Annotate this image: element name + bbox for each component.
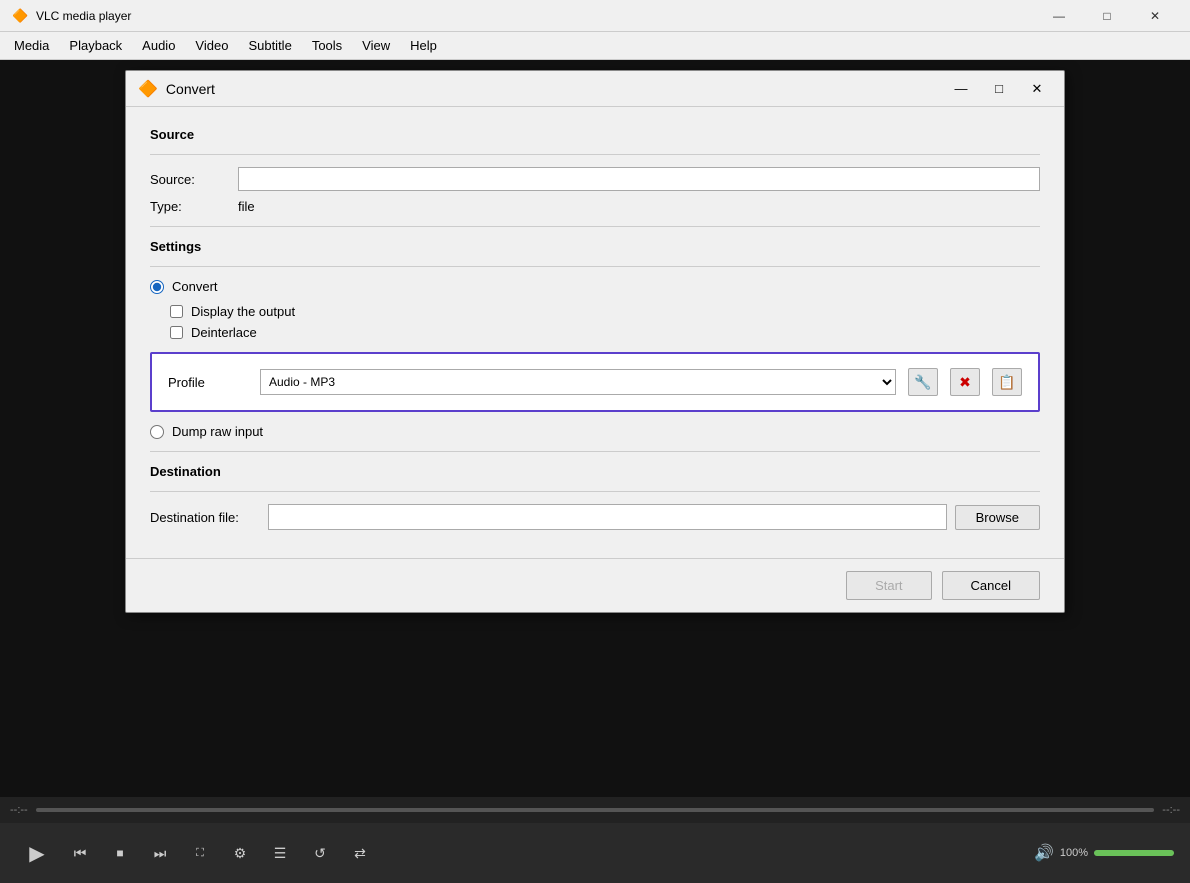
deinterlace-checkbox[interactable] (170, 326, 183, 339)
source-input[interactable] (238, 167, 1040, 191)
start-button[interactable]: Start (846, 571, 931, 600)
maximize-button[interactable]: □ (1084, 0, 1130, 32)
volume-label: 100% (1060, 847, 1088, 859)
source-section-header: Source (150, 127, 1040, 142)
cancel-button[interactable]: Cancel (942, 571, 1040, 600)
fullscreen-button[interactable]: ⛶ (182, 835, 218, 871)
playlist-button[interactable]: ☰ (262, 835, 298, 871)
menu-help[interactable]: Help (400, 34, 447, 57)
convert-radio[interactable] (150, 280, 164, 294)
type-row: Type: file (150, 199, 1040, 214)
profile-label: Profile (168, 375, 248, 390)
app-title: VLC media player (36, 9, 1028, 23)
profile-box: Profile Audio - MP3 Audio - FLAC Audio -… (150, 352, 1040, 412)
deinterlace-row: Deinterlace (170, 325, 1040, 340)
dest-file-label: Destination file: (150, 510, 260, 525)
display-output-checkbox[interactable] (170, 305, 183, 318)
dump-raw-label: Dump raw input (172, 424, 263, 439)
dest-file-input[interactable] (268, 504, 947, 530)
dialog-overlay: 🔶 Convert — □ ✕ Source Source: Type: fil… (0, 60, 1190, 797)
loop-button[interactable]: ↺ (302, 835, 338, 871)
menu-view[interactable]: View (352, 34, 400, 57)
stop-button[interactable]: ■ (102, 835, 138, 871)
volume-fill (1094, 850, 1174, 856)
profile-select[interactable]: Audio - MP3 Audio - FLAC Audio - CD Vide… (260, 369, 896, 395)
volume-area: 🔊 100% (1034, 843, 1174, 863)
convert-radio-row: Convert (150, 279, 1040, 294)
window-controls: — □ ✕ (1036, 0, 1178, 32)
play-button[interactable]: ▶ (16, 832, 58, 874)
extended-button[interactable]: ⚙ (222, 835, 258, 871)
dump-raw-radio[interactable] (150, 425, 164, 439)
menu-subtitle[interactable]: Subtitle (238, 34, 301, 57)
app-icon: 🔶 (12, 8, 28, 24)
menu-video[interactable]: Video (185, 34, 238, 57)
menu-media[interactable]: Media (4, 34, 59, 57)
prev-button[interactable]: ⏮ (62, 835, 98, 871)
settings-top-divider (150, 226, 1040, 227)
destination-top-divider (150, 451, 1040, 452)
volume-bar[interactable] (1094, 850, 1174, 856)
shuffle-button[interactable]: ⇄ (342, 835, 378, 871)
type-value: file (238, 199, 255, 214)
menu-audio[interactable]: Audio (132, 34, 185, 57)
source-label: Source: (150, 172, 230, 187)
profile-new-button[interactable]: 📋 (992, 368, 1022, 396)
source-divider (150, 154, 1040, 155)
title-bar: 🔶 VLC media player — □ ✕ (0, 0, 1190, 32)
profile-delete-button[interactable]: ✖ (950, 368, 980, 396)
destination-section-header: Destination (150, 464, 1040, 479)
settings-section-header: Settings (150, 239, 1040, 254)
display-output-row: Display the output (170, 304, 1040, 319)
source-row: Source: (150, 167, 1040, 191)
convert-dialog: 🔶 Convert — □ ✕ Source Source: Type: fil… (125, 70, 1065, 613)
dialog-body: Source Source: Type: file Settings C (126, 107, 1064, 558)
time-left: --:-- (10, 804, 28, 816)
destination-divider (150, 491, 1040, 492)
progress-track[interactable] (36, 808, 1155, 812)
next-button[interactable]: ⏭ (142, 835, 178, 871)
dialog-maximize-button[interactable]: □ (984, 75, 1014, 103)
menu-tools[interactable]: Tools (302, 34, 352, 57)
settings-divider (150, 266, 1040, 267)
dump-raw-row: Dump raw input (150, 424, 1040, 439)
controls-row: ▶ ⏮ ■ ⏭ ⛶ ⚙ ☰ ↺ ⇄ 🔊 100% (0, 823, 1190, 883)
volume-icon: 🔊 (1034, 843, 1054, 863)
profile-edit-button[interactable]: 🔧 (908, 368, 938, 396)
close-button[interactable]: ✕ (1132, 0, 1178, 32)
dialog-footer: Start Cancel (126, 558, 1064, 612)
dialog-icon: 🔶 (138, 79, 158, 99)
display-output-label: Display the output (191, 304, 295, 319)
progress-bar-container: --:-- --:-- (0, 797, 1190, 823)
dialog-title-bar: 🔶 Convert — □ ✕ (126, 71, 1064, 107)
time-right: --:-- (1162, 804, 1180, 816)
deinterlace-label: Deinterlace (191, 325, 257, 340)
minimize-button[interactable]: — (1036, 0, 1082, 32)
dialog-close-button[interactable]: ✕ (1022, 75, 1052, 103)
type-label: Type: (150, 199, 230, 214)
dialog-minimize-button[interactable]: — (946, 75, 976, 103)
menu-bar: Media Playback Audio Video Subtitle Tool… (0, 32, 1190, 60)
main-area: 🔶 Convert — □ ✕ Source Source: Type: fil… (0, 60, 1190, 797)
dialog-title: Convert (166, 81, 938, 97)
convert-radio-label: Convert (172, 279, 218, 294)
menu-playback[interactable]: Playback (59, 34, 132, 57)
destination-row: Destination file: Browse (150, 504, 1040, 530)
browse-button[interactable]: Browse (955, 505, 1040, 530)
